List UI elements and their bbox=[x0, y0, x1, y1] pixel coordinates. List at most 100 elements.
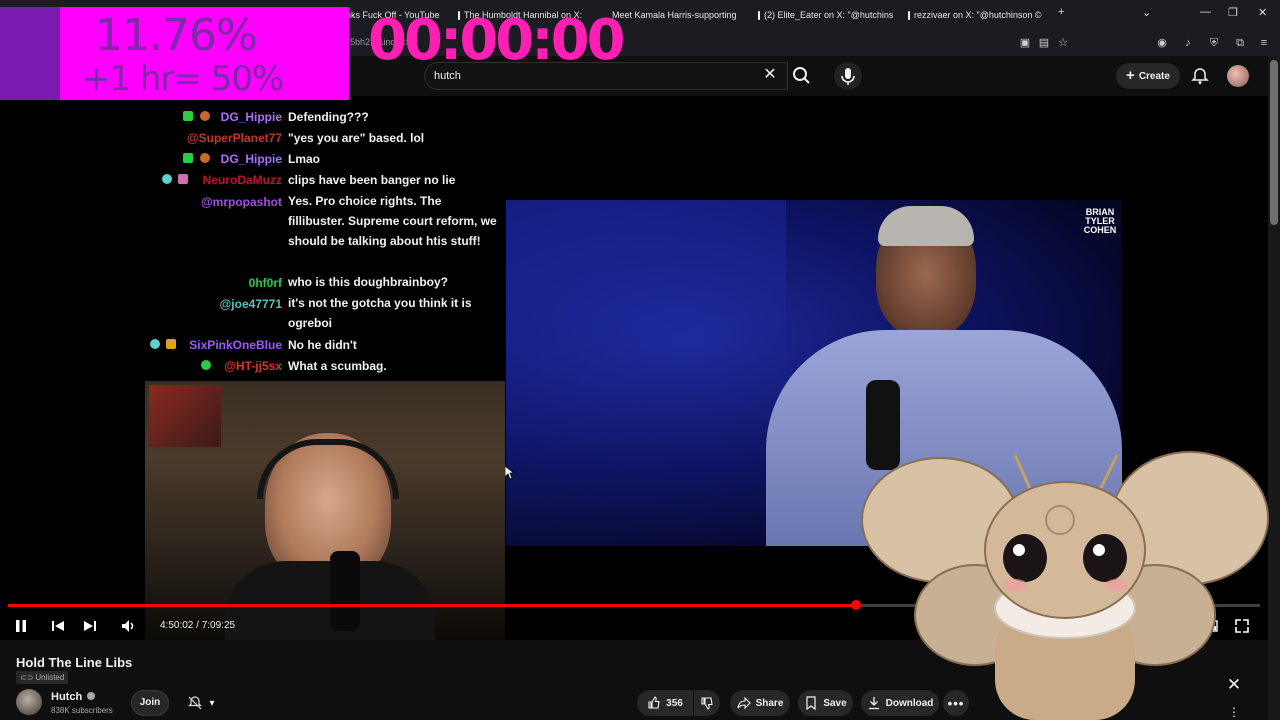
chat-username: @joe47771 bbox=[219, 297, 282, 311]
browser-tab-4[interactable]: (2) Elite_Eater on X: "@hutchins✕ bbox=[758, 6, 894, 24]
save-label: Save bbox=[823, 697, 847, 709]
moth-mascot-overlay bbox=[861, 451, 1269, 720]
bookmark-star-icon[interactable]: ☆ bbox=[1056, 36, 1070, 50]
checkmark-badge-icon bbox=[183, 111, 193, 121]
emote-badge-icon bbox=[166, 339, 176, 349]
chat-message: No he didn't bbox=[288, 338, 357, 352]
previous-button[interactable] bbox=[49, 617, 67, 635]
share-label: Share bbox=[755, 697, 784, 709]
moth-blush-left bbox=[1003, 579, 1027, 591]
create-label: Create bbox=[1138, 70, 1170, 82]
subscriber-count: 838K subscribers bbox=[51, 706, 113, 715]
share-button[interactable]: Share bbox=[730, 690, 790, 716]
chat-username: @mrpopashot bbox=[200, 195, 282, 209]
visibility-label: Unlisted bbox=[35, 673, 65, 682]
chat-username: SixPinkOneBlue bbox=[189, 338, 282, 352]
thumbs-down-icon bbox=[701, 697, 713, 710]
search-icon bbox=[793, 67, 810, 84]
chat-username: 0hf0rf bbox=[248, 276, 282, 290]
chat-username: DG_Hippie bbox=[220, 152, 282, 166]
skip-previous-icon bbox=[52, 621, 64, 631]
moth-eye-right bbox=[1083, 534, 1127, 582]
next-button[interactable] bbox=[81, 617, 99, 635]
headphones bbox=[257, 439, 399, 499]
search-button[interactable] bbox=[788, 62, 816, 90]
chat-message: "yes you are" based. lol bbox=[288, 131, 425, 145]
reader-icon[interactable]: ▤ bbox=[1037, 36, 1051, 50]
extensions-icon[interactable]: ⧉ bbox=[1233, 36, 1247, 50]
tab-label: Meet Kamala Harris-supporting bbox=[612, 10, 737, 20]
moth-blush-right bbox=[1105, 579, 1129, 591]
close-icon[interactable]: ✕ bbox=[1226, 676, 1242, 693]
chat-username: @HT-jj5sx bbox=[224, 359, 282, 373]
tab-list-chevron-icon[interactable]: ⌄ bbox=[1142, 6, 1151, 19]
clear-search-icon[interactable]: ✕ bbox=[762, 67, 778, 83]
notifications-button[interactable] bbox=[1190, 66, 1210, 86]
account-icon[interactable]: ◉ bbox=[1155, 36, 1169, 50]
new-tab-icon[interactable]: + bbox=[1058, 6, 1064, 18]
share-icon bbox=[737, 696, 751, 710]
subscription-notifications-button[interactable]: ▾ bbox=[177, 690, 225, 716]
pause-button[interactable] bbox=[12, 617, 30, 635]
like-button[interactable]: 356 bbox=[637, 690, 693, 716]
user-avatar[interactable] bbox=[1227, 65, 1249, 87]
channel-name-label: Hutch bbox=[51, 691, 83, 703]
like-count: 356 bbox=[666, 697, 683, 709]
moth-eye-left bbox=[1003, 534, 1047, 582]
stream-timer: 00:00:00 bbox=[368, 8, 626, 73]
speaker-icon[interactable]: ♪ bbox=[1181, 36, 1195, 50]
plus-icon: + bbox=[1126, 67, 1135, 84]
pip-icon[interactable]: ▣ bbox=[1018, 36, 1032, 50]
time-display: 4:50:02 / 7:09:25 bbox=[160, 620, 235, 631]
video-title: Hold The Line Libs bbox=[16, 655, 133, 670]
create-button[interactable]: + Create bbox=[1116, 63, 1180, 89]
overlay-accent bbox=[0, 7, 60, 100]
save-button[interactable]: Save bbox=[798, 690, 853, 716]
time-separator: / bbox=[193, 620, 202, 631]
x-logo-icon bbox=[758, 10, 760, 20]
thumbs-up-icon bbox=[648, 696, 660, 709]
verified-check-icon bbox=[87, 692, 96, 700]
moth-eye-shine-right bbox=[1093, 544, 1105, 556]
chat-message: it's not the gotcha you think it is ogre… bbox=[288, 296, 472, 330]
skip-next-icon bbox=[84, 621, 96, 631]
studio-backdrop bbox=[506, 200, 786, 546]
bell-icon bbox=[1191, 68, 1209, 84]
dislike-button[interactable] bbox=[694, 690, 720, 716]
join-button[interactable]: Join bbox=[131, 690, 169, 716]
gem-badge-icon bbox=[201, 360, 211, 370]
menu-icon[interactable]: ≡ bbox=[1257, 36, 1271, 50]
guest-hair bbox=[878, 206, 974, 246]
mouse-cursor-icon bbox=[505, 466, 515, 480]
chat-message: Lmao bbox=[288, 152, 321, 166]
chat-username: NeuroDaMuzz bbox=[202, 173, 282, 187]
gem-badge-icon bbox=[162, 174, 172, 184]
total-time: 7:09:25 bbox=[201, 620, 236, 631]
channel-avatar[interactable] bbox=[16, 689, 42, 715]
x-logo-icon bbox=[908, 10, 910, 20]
volume-icon bbox=[122, 620, 134, 632]
channel-name[interactable]: Hutch bbox=[51, 691, 96, 703]
shield-icon[interactable]: ⛨ bbox=[1207, 36, 1221, 50]
visibility-badge: ⊂⊃ Unlisted bbox=[16, 671, 69, 684]
volume-button[interactable] bbox=[120, 617, 138, 635]
chat-message: What a scumbag. bbox=[288, 359, 387, 373]
microphone bbox=[330, 551, 360, 631]
chat-message: clips have been banger no lie bbox=[288, 173, 456, 187]
checkmark-badge-icon bbox=[183, 153, 193, 163]
channel-watermark: BRIAN TYLER COHEN bbox=[1082, 208, 1118, 235]
goal-hour-note: +1 hr= 50% bbox=[82, 59, 284, 99]
minimize-icon[interactable]: — bbox=[1200, 6, 1211, 18]
scrollbar-thumb[interactable] bbox=[1270, 60, 1278, 225]
browser-tab-3[interactable]: Meet Kamala Harris-supporting✕ bbox=[608, 6, 744, 24]
current-time: 4:50:02 bbox=[160, 620, 194, 631]
goal-percent: 11.76% bbox=[95, 10, 258, 61]
restore-icon[interactable]: ❐ bbox=[1228, 6, 1238, 19]
browser-tab-5[interactable]: rezzivaer on X: "@hutchinson ©✕ bbox=[908, 6, 1044, 24]
voice-search-button[interactable] bbox=[834, 62, 862, 90]
progress-played bbox=[8, 604, 856, 607]
link-icon: ⊂⊃ bbox=[20, 673, 34, 682]
more-vertical-icon[interactable]: ⋮ bbox=[1228, 705, 1240, 719]
chat-message: Defending??? bbox=[288, 110, 369, 124]
close-window-icon[interactable]: ✕ bbox=[1258, 6, 1267, 19]
